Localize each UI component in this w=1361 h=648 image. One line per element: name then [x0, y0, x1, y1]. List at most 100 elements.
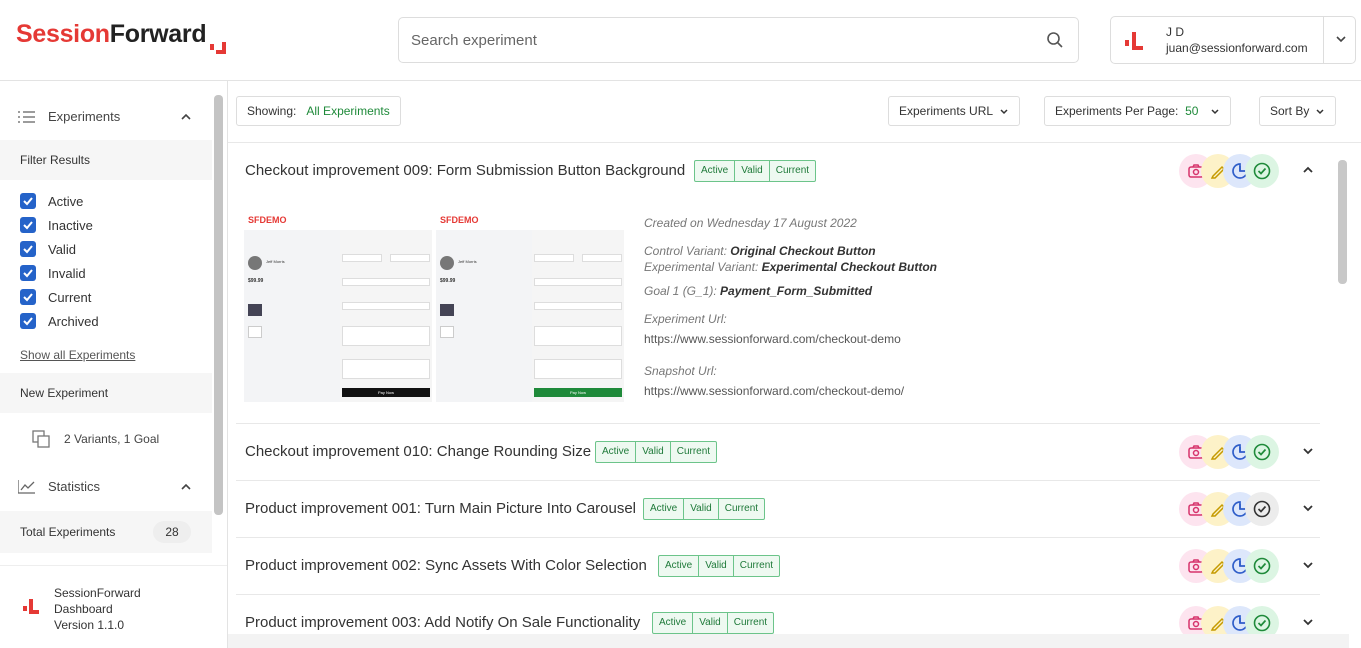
check-circle-icon[interactable] [1245, 154, 1279, 188]
search-input[interactable] [411, 18, 1031, 62]
thumb-field [342, 302, 430, 310]
check-circle-icon[interactable] [1245, 435, 1279, 469]
snapshot-url-label: Snapshot Url: [644, 364, 717, 378]
experimental-variant-value: Experimental Checkout Button [761, 260, 937, 274]
filter-label-active[interactable]: Active [48, 194, 83, 209]
brand-part1: Session [16, 20, 110, 48]
status-tags: Active Valid Current [643, 498, 766, 520]
chevron-down-icon[interactable] [1335, 33, 1347, 45]
experiment-title[interactable]: Product improvement 003: Add Notify On S… [245, 614, 640, 631]
main-scrollbar[interactable] [1338, 160, 1347, 284]
user-menu[interactable]: J D juan@sessionforward.com [1110, 16, 1356, 64]
sidebar-footer: SessionForward Dashboard Version 1.1.0 [0, 565, 227, 648]
thumb-field [342, 254, 382, 262]
new-experiment-band[interactable]: New Experiment [0, 373, 212, 413]
sort-by-label: Sort By [1270, 104, 1310, 118]
filter-checkbox-active[interactable] [20, 193, 36, 209]
chevron-down-icon[interactable] [1301, 501, 1315, 515]
experiment-title[interactable]: Checkout improvement 010: Change Roundin… [245, 443, 591, 460]
experiment-row[interactable]: Checkout improvement 010: Change Roundin… [236, 424, 1320, 481]
show-all-experiments-link[interactable]: Show all Experiments [20, 348, 135, 362]
footer-app-name: SessionForward [54, 586, 141, 600]
experiments-section-header[interactable]: Experiments [0, 95, 212, 139]
status-badge: Current [775, 165, 810, 176]
experiment-title[interactable]: Product improvement 001: Turn Main Pictu… [245, 500, 636, 517]
filter-checkbox-archived[interactable] [20, 313, 36, 329]
main-content: Showing: All Experiments Experiments URL… [228, 81, 1361, 648]
experimental-variant: Experimental Variant: Experimental Check… [644, 260, 937, 274]
thumb-pay-button: Pay Now [534, 388, 622, 397]
copy-icon [32, 430, 50, 448]
filter-checkbox-current[interactable] [20, 289, 36, 305]
chevron-down-icon[interactable] [1301, 615, 1315, 629]
thumb-field [342, 278, 430, 286]
experiment-row[interactable]: Product improvement 002: Sync Assets Wit… [236, 538, 1320, 595]
search-box [398, 17, 1079, 63]
check-circle-icon[interactable] [1245, 492, 1279, 526]
checkmark-icon [23, 269, 33, 278]
thumb-product-image [440, 304, 454, 316]
statistics-section-header[interactable]: Statistics [0, 465, 212, 509]
goal-value: Payment_Form_Submitted [720, 284, 873, 298]
showing-filter-button[interactable]: Showing: All Experiments [236, 96, 401, 126]
thumb-price: $99.99 [248, 278, 264, 284]
footer-version: Version 1.1.0 [54, 618, 125, 632]
status-badge: Current [676, 446, 711, 457]
sort-by-dropdown[interactable]: Sort By [1259, 96, 1337, 126]
showing-value: All Experiments [306, 104, 390, 118]
snapshot-thumbnail[interactable]: SFDEMO Jeff Morris $99.99 Pay Now [436, 214, 624, 402]
search-icon[interactable] [1046, 31, 1064, 49]
showing-label: Showing: [247, 104, 297, 118]
checkmark-icon [23, 317, 33, 326]
filter-label-valid[interactable]: Valid [48, 242, 76, 257]
experiments-url-label: Experiments URL [899, 104, 994, 118]
checkmark-icon [23, 221, 33, 230]
thumb-brand: SFDEMO [440, 215, 479, 225]
chevron-down-icon[interactable] [1301, 444, 1315, 458]
filter-checkbox-invalid[interactable] [20, 265, 36, 281]
experiment-url-label-row: Experiment Url: [644, 312, 727, 326]
thumb-product-image [248, 304, 262, 316]
created-date: Created on Wednesday 17 August 2022 [644, 216, 857, 230]
experiment-row[interactable]: Product improvement 001: Turn Main Pictu… [236, 481, 1320, 538]
control-variant-label: Control Variant: [644, 244, 727, 258]
snapshot-thumbnail[interactable]: SFDEMO Jeff Morris $99.99 Pay Now [244, 214, 432, 402]
thumb-field [534, 302, 622, 310]
status-badge: Valid [699, 556, 734, 576]
status-tags: Active Valid Current [658, 555, 781, 577]
sidebar-scrollbar[interactable] [214, 95, 223, 515]
status-badge: Current [733, 617, 768, 628]
chevron-up-icon[interactable] [180, 111, 192, 123]
filter-label-current[interactable]: Current [48, 290, 91, 305]
action-icons [1179, 492, 1279, 526]
control-variant-value: Original Checkout Button [730, 244, 876, 258]
filter-label-invalid[interactable]: Invalid [48, 266, 86, 281]
horizontal-scrollbar[interactable] [228, 634, 1349, 648]
snapshot-url-link[interactable]: https://www.sessionforward.com/checkout-… [644, 384, 904, 398]
filter-checkbox-inactive[interactable] [20, 217, 36, 233]
chevron-down-icon[interactable] [1301, 558, 1315, 572]
per-page-dropdown[interactable]: Experiments Per Page: 50 [1044, 96, 1232, 126]
experiments-url-dropdown[interactable]: Experiments URL [888, 96, 1021, 126]
experiment-url-link[interactable]: https://www.sessionforward.com/checkout-… [644, 332, 901, 346]
status-badge: Valid [684, 499, 719, 519]
filter-label-inactive[interactable]: Inactive [48, 218, 93, 233]
chevron-up-icon[interactable] [180, 481, 192, 493]
status-tags: Active Valid Current [694, 160, 817, 182]
experiment-title[interactable]: Checkout improvement 009: Form Submissio… [245, 162, 685, 179]
thumb-field [582, 254, 622, 262]
status-badge: Valid [636, 442, 671, 462]
thumb-product-image [440, 326, 454, 338]
thumb-price: $99.99 [440, 278, 456, 284]
total-experiments-count: 28 [153, 521, 191, 543]
brand-logo[interactable]: SessionForward [16, 20, 207, 49]
chevron-up-icon[interactable] [1301, 163, 1315, 177]
experiment-title[interactable]: Product improvement 002: Sync Assets Wit… [245, 557, 647, 574]
status-badge: Active [596, 442, 637, 462]
filter-checkbox-valid[interactable] [20, 241, 36, 257]
status-badge: Valid [735, 161, 770, 181]
filter-label-archived[interactable]: Archived [48, 314, 99, 329]
goal-label: Goal 1 (G_1): [644, 284, 717, 298]
chevron-down-icon [1211, 109, 1219, 114]
check-circle-icon[interactable] [1245, 549, 1279, 583]
